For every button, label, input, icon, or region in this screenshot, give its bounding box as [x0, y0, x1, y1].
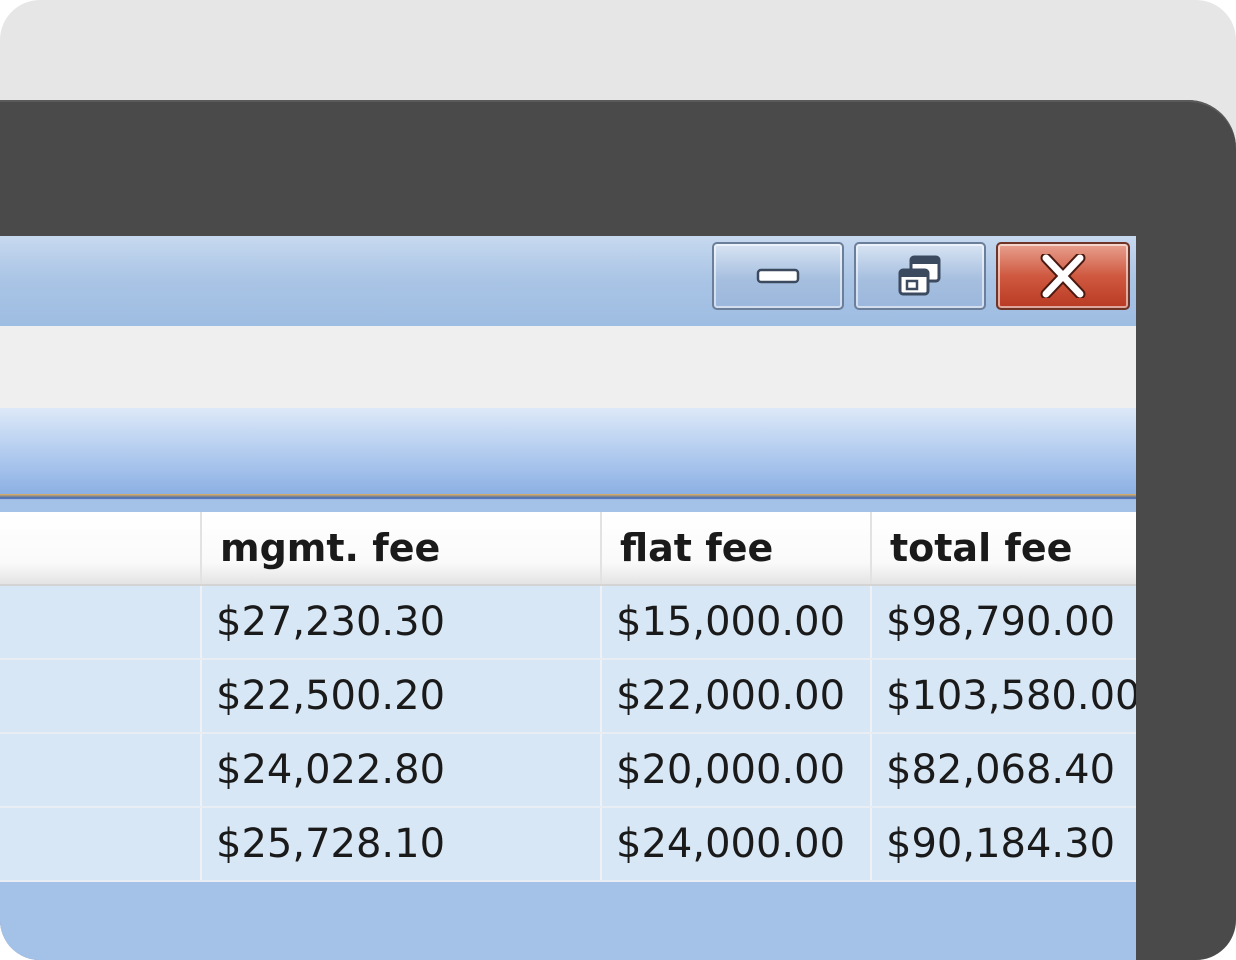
table-cell-mgmt-fee[interactable]: $24,022.80	[202, 734, 602, 806]
minimize-icon	[756, 268, 800, 284]
table-row[interactable]: $27,230.30 $15,000.00 $98,790.00	[0, 586, 1136, 660]
table-cell-flat-fee[interactable]: $24,000.00	[602, 808, 872, 880]
table-cell-total-fee[interactable]: $90,184.30	[872, 808, 1136, 880]
table-cell-mgmt-fee[interactable]: $25,728.10	[202, 808, 602, 880]
table-cell-total-fee[interactable]: $82,068.40	[872, 734, 1136, 806]
column-header[interactable]	[0, 512, 202, 584]
column-header-mgmt-fee[interactable]: mgmt. fee	[202, 512, 602, 584]
column-header-total-fee[interactable]: total fee	[872, 512, 1136, 584]
ribbon-toolbar	[0, 408, 1136, 496]
menu-bar	[0, 326, 1136, 408]
close-button[interactable]	[996, 242, 1130, 310]
application-window: mgmt. fee flat fee total fee $27,230.30 …	[0, 236, 1136, 960]
restore-button[interactable]	[854, 242, 986, 310]
table-cell-total-fee[interactable]: $103,580.00	[872, 660, 1136, 732]
table-header: mgmt. fee flat fee total fee	[0, 512, 1136, 586]
table-cell-flat-fee[interactable]: $20,000.00	[602, 734, 872, 806]
restore-icon	[898, 255, 941, 296]
table-cell-mgmt-fee[interactable]: $22,500.20	[202, 660, 602, 732]
table-cell[interactable]	[0, 586, 202, 658]
table-cell-mgmt-fee[interactable]: $27,230.30	[202, 586, 602, 658]
table-cell-flat-fee[interactable]: $15,000.00	[602, 586, 872, 658]
table-cell[interactable]	[0, 734, 202, 806]
window-footer	[0, 882, 1136, 960]
screen-frame: mgmt. fee flat fee total fee $27,230.30 …	[0, 0, 1236, 960]
table-cell[interactable]	[0, 660, 202, 732]
table-row[interactable]: $24,022.80 $20,000.00 $82,068.40	[0, 734, 1136, 808]
table-cell[interactable]	[0, 808, 202, 880]
table-row[interactable]: $25,728.10 $24,000.00 $90,184.30	[0, 808, 1136, 882]
close-icon	[1040, 254, 1086, 298]
table-cell-total-fee[interactable]: $98,790.00	[872, 586, 1136, 658]
column-header-flat-fee[interactable]: flat fee	[602, 512, 872, 584]
ribbon-divider	[0, 494, 1136, 500]
title-bar[interactable]	[0, 236, 1136, 326]
table-row[interactable]: $22,500.20 $22,000.00 $103,580.00	[0, 660, 1136, 734]
minimize-button[interactable]	[712, 242, 844, 310]
table-cell-flat-fee[interactable]: $22,000.00	[602, 660, 872, 732]
